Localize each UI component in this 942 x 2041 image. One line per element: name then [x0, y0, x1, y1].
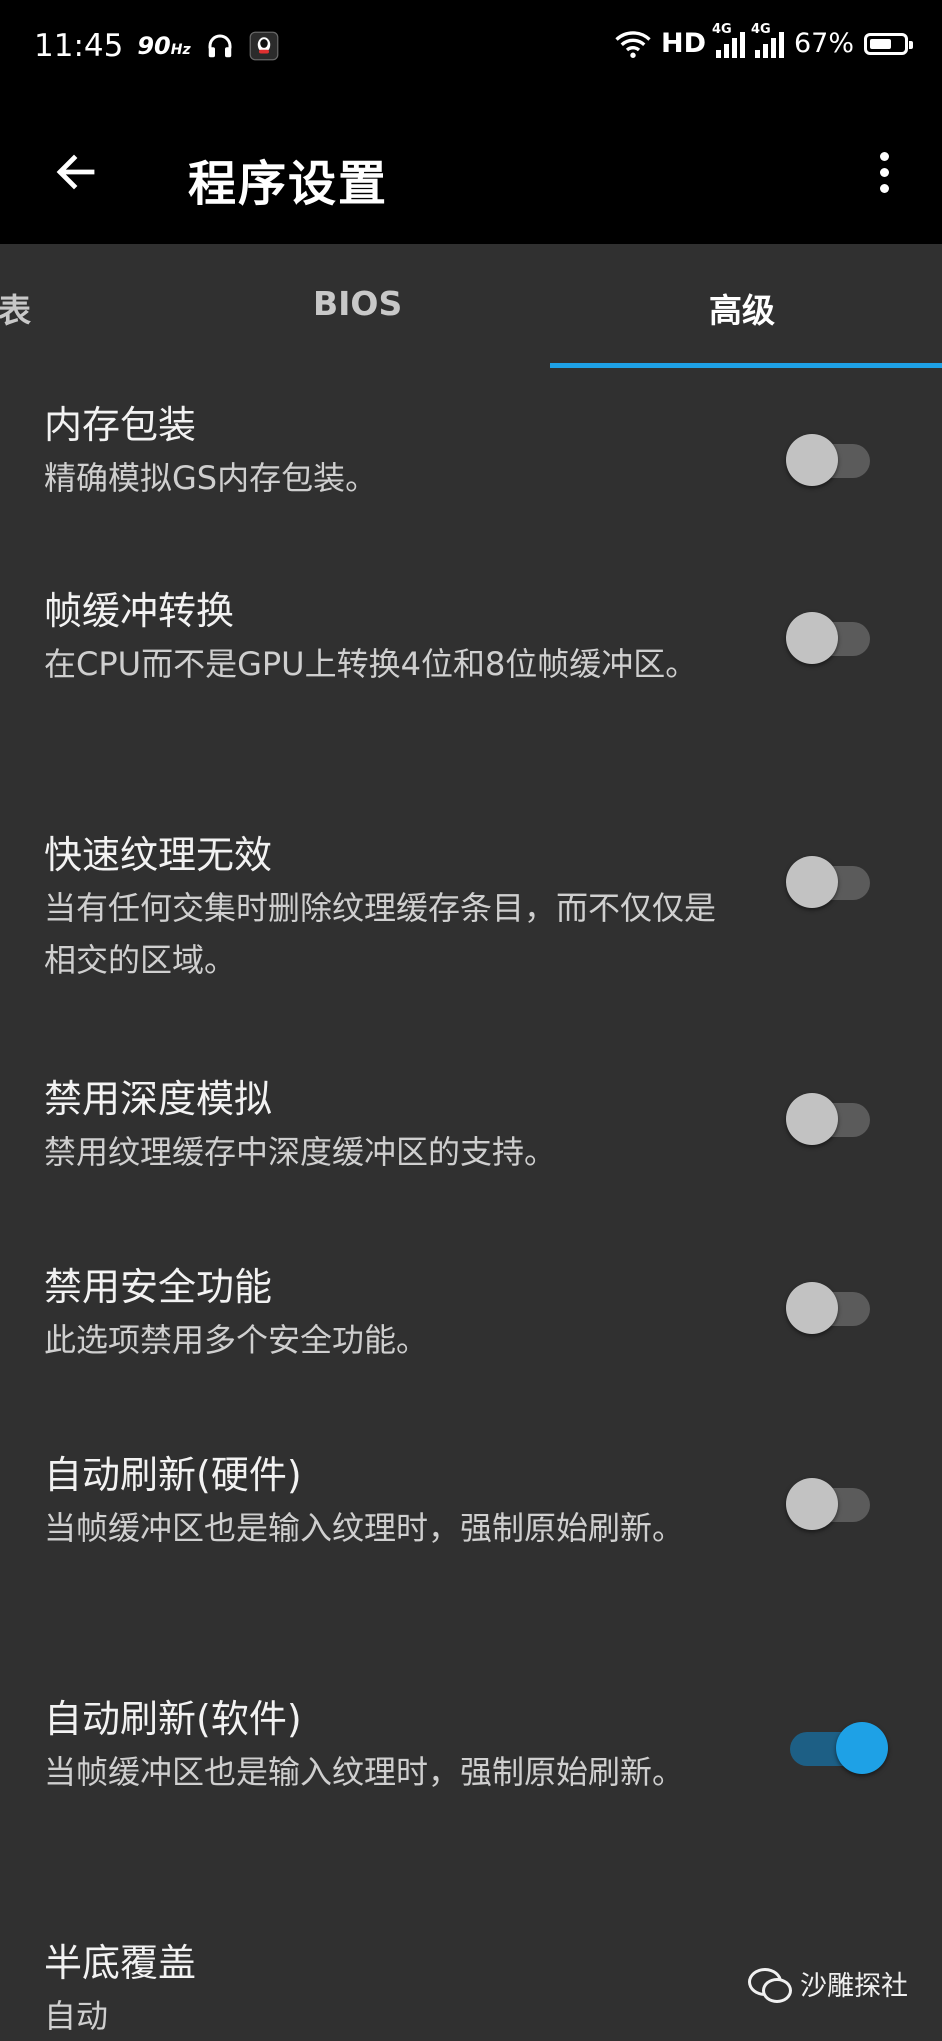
- settings-content: 表 BIOS 高级 内存包装 精确模拟GS内存包装。 帧缓冲转换 在CPU而不是…: [0, 244, 942, 2041]
- setting-title: 禁用安全功能: [44, 1265, 273, 1309]
- status-left: 11:45 90Hz: [34, 28, 279, 64]
- tab-advanced[interactable]: 高级: [709, 284, 775, 332]
- toggle-switch[interactable]: [786, 1478, 872, 1530]
- page-title: 程序设置: [188, 156, 389, 212]
- toggle-switch[interactable]: [786, 1722, 888, 1774]
- setting-auto-flush-software[interactable]: 自动刷新(软件) 当帧缓冲区也是输入纹理时，强制原始刷新。: [0, 1688, 942, 1858]
- wechat-icon: [748, 1967, 792, 2003]
- watermark-text: 沙雕探社: [800, 1971, 908, 2002]
- setting-description: 此选项禁用多个安全功能。: [44, 1321, 429, 1359]
- setting-description: 精确模拟GS内存包装。: [44, 459, 378, 497]
- setting-title: 内存包装: [44, 403, 197, 447]
- watermark: 沙雕探社: [748, 1964, 908, 2003]
- setting-title: 帧缓冲转换: [44, 589, 235, 633]
- wifi-icon: [615, 30, 651, 58]
- refresh-rate-value: 90: [137, 32, 171, 60]
- network-type-1: 4G: [711, 21, 732, 37]
- network-type-2: 4G: [750, 21, 771, 37]
- setting-description: 当有任何交集时删除纹理缓存条目，而不仅仅是相交的区域。: [44, 889, 717, 979]
- tab-bios[interactable]: BIOS: [313, 284, 402, 323]
- status-right: HD 4G 4G 67%: [615, 22, 913, 59]
- toggle-switch[interactable]: [786, 1093, 872, 1145]
- status-time: 11:45: [34, 28, 124, 64]
- status-bar: 11:45 90Hz HD 4G 4G 67%: [0, 0, 942, 100]
- setting-title: 禁用深度模拟: [44, 1077, 273, 1121]
- battery-percent: 67%: [793, 28, 854, 59]
- app-bar: 程序设置: [0, 100, 942, 244]
- setting-framebuffer-conversion[interactable]: 帧缓冲转换 在CPU而不是GPU上转换4位和8位帧缓冲区。: [0, 580, 942, 750]
- tab-indicator: [550, 363, 942, 368]
- hd-voice-label: HD: [660, 28, 706, 59]
- tab-list[interactable]: 表: [0, 284, 31, 332]
- arrow-left-icon: [56, 154, 95, 190]
- setting-title: 半底覆盖: [44, 1941, 197, 1985]
- battery-icon: [864, 32, 913, 55]
- setting-description: 当帧缓冲区也是输入纹理时，强制原始刷新。: [44, 1753, 685, 1791]
- more-options-button[interactable]: [856, 140, 912, 204]
- setting-description: 在CPU而不是GPU上转换4位和8位帧缓冲区。: [44, 645, 698, 683]
- setting-title: 自动刷新(硬件): [44, 1453, 302, 1497]
- setting-description: 当帧缓冲区也是输入纹理时，强制原始刷新。: [44, 1509, 685, 1547]
- tab-bar: 表 BIOS 高级: [0, 244, 942, 368]
- refresh-rate-unit: Hz: [170, 42, 191, 58]
- cellular-signal-icon-2: 4G: [751, 22, 784, 58]
- battery-fill: [870, 38, 892, 49]
- setting-title: 自动刷新(软件): [44, 1697, 302, 1741]
- toggle-switch[interactable]: [786, 434, 872, 486]
- setting-disable-depth-emulation[interactable]: 禁用深度模拟 禁用纹理缓存中深度缓冲区的支持。: [0, 1068, 942, 1198]
- setting-memory-wrapping[interactable]: 内存包装 精确模拟GS内存包装。: [0, 394, 942, 524]
- toggle-switch[interactable]: [786, 856, 872, 908]
- toggle-switch[interactable]: [786, 1282, 872, 1334]
- setting-title: 快速纹理无效: [44, 833, 273, 877]
- headphones-icon: [208, 34, 232, 58]
- toggle-switch[interactable]: [786, 612, 872, 664]
- cellular-signal-icon: 4G: [712, 22, 745, 58]
- refresh-rate: 90Hz: [137, 32, 190, 60]
- more-vertical-icon: [879, 151, 889, 161]
- setting-auto-flush-hardware[interactable]: 自动刷新(硬件) 当帧缓冲区也是输入纹理时，强制原始刷新。: [0, 1444, 942, 1614]
- qq-app-icon: [249, 31, 278, 61]
- setting-value: 自动: [44, 1997, 109, 2035]
- back-button[interactable]: [40, 136, 112, 208]
- setting-fast-texture-invalidation[interactable]: 快速纹理无效 当有任何交集时删除纹理缓存条目，而不仅仅是相交的区域。: [0, 824, 942, 994]
- setting-disable-safety-features[interactable]: 禁用安全功能 此选项禁用多个安全功能。: [0, 1256, 942, 1386]
- setting-description: 禁用纹理缓存中深度缓冲区的支持。: [44, 1133, 557, 1171]
